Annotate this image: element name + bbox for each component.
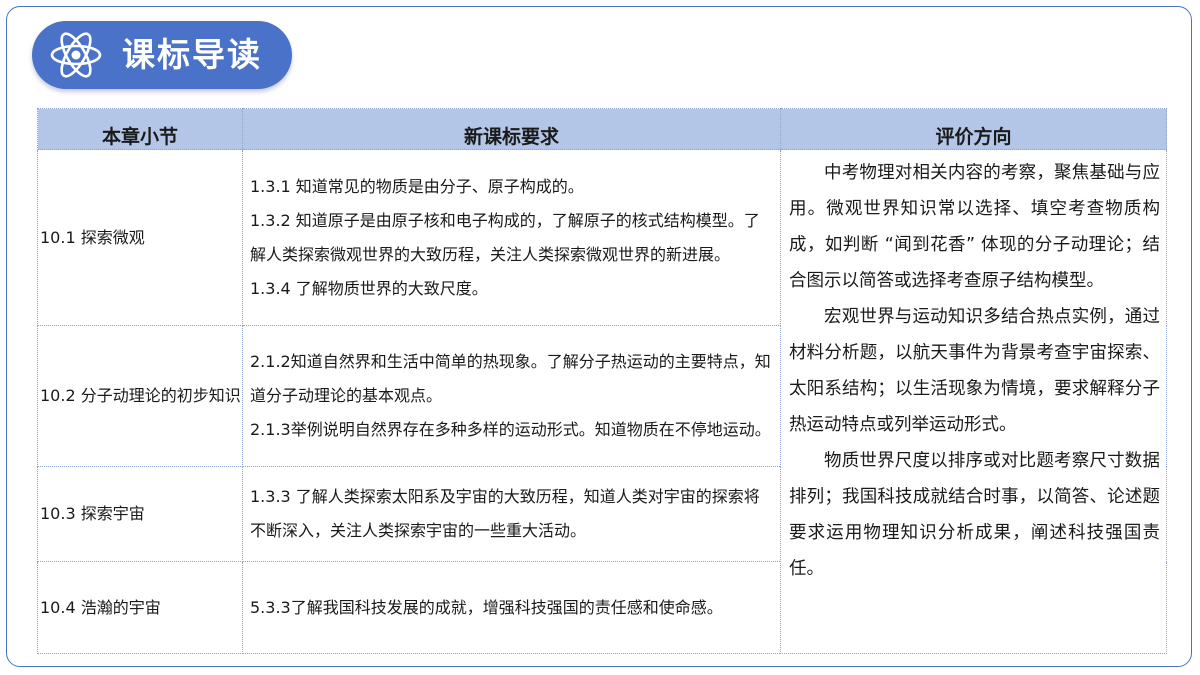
requirements-cell: 1.3.1 知道常见的物质是由分子、原子构成的。 1.3.2 知道原子是由原子核… [242,149,781,326]
table-row: 10.1 探索微观 1.3.1 知道常见的物质是由分子、原子构成的。 1.3.2… [37,149,1167,654]
requirement-item: 2.1.3举例说明自然界存在多种多样的运动形式。知道物质在不停地运动。 [250,420,771,439]
requirement-item: 1.3.4 了解物质世界的大致尺度。 [250,278,488,298]
requirement-item: 1.3.2 知道原子是由原子核和电子构成的，了解原子的核式结构模型。了解人类探索… [250,210,760,264]
section-cell: 10.4 浩瀚的宇宙 [37,561,243,654]
requirement-item: 1.3.3 了解人类探索太阳系及宇宙的大致历程，知道人类对宇宙的探索将不断深入，… [250,487,760,540]
atom-icon [50,32,102,78]
requirement-item: 2.1.2知道自然界和生活中简单的热现象。了解分子热运动的主要特点，知道分子动理… [250,352,771,405]
requirement-item: 1.3.1 知道常见的物质是由分子、原子构成的。 [250,176,584,196]
section-cell: 10.3 探索宇宙 [37,466,243,562]
evaluation-paragraph: 宏观世界与运动知识多结合热点实例，通过材料分析题，以航天事件为背景考查宇宙探索、… [789,307,1160,435]
section-cell: 10.2 分子动理论的初步知识 [37,325,243,467]
column-header-evaluation: 评价方向 [780,108,1167,150]
evaluation-paragraph: 中考物理对相关内容的考察，聚焦基础与应用。微观世界知识常以选择、填空考查物质构成… [789,163,1160,291]
table-header-row: 本章小节 新课标要求 评价方向 [37,108,1167,150]
evaluation-cell: 中考物理对相关内容的考察，聚焦基础与应用。微观世界知识常以选择、填空考查物质构成… [780,149,1167,654]
title-banner: 课标导读 [32,21,292,89]
page-title: 课标导读 [122,35,262,74]
requirement-item: 5.3.3了解我国科技发展的成就，增强科技强国的责任感和使命感。 [250,597,723,617]
column-header-requirements: 新课标要求 [242,108,781,150]
section-cell: 10.1 探索微观 [37,149,243,326]
requirements-cell: 1.3.3 了解人类探索太阳系及宇宙的大致历程，知道人类对宇宙的探索将不断深入，… [242,466,781,562]
column-header-section: 本章小节 [37,108,243,150]
curriculum-table: 本章小节 新课标要求 评价方向 10.1 探索微观 1.3.1 知道常见的物质是… [37,108,1167,654]
requirements-cell: 2.1.2知道自然界和生活中简单的热现象。了解分子热运动的主要特点，知道分子动理… [242,325,781,467]
evaluation-paragraph: 物质世界尺度以排序或对比题考察尺寸数据排列；我国科技成就结合时事，以简答、论述题… [789,451,1160,579]
requirements-cell: 5.3.3了解我国科技发展的成就，增强科技强国的责任感和使命感。 [242,561,781,654]
